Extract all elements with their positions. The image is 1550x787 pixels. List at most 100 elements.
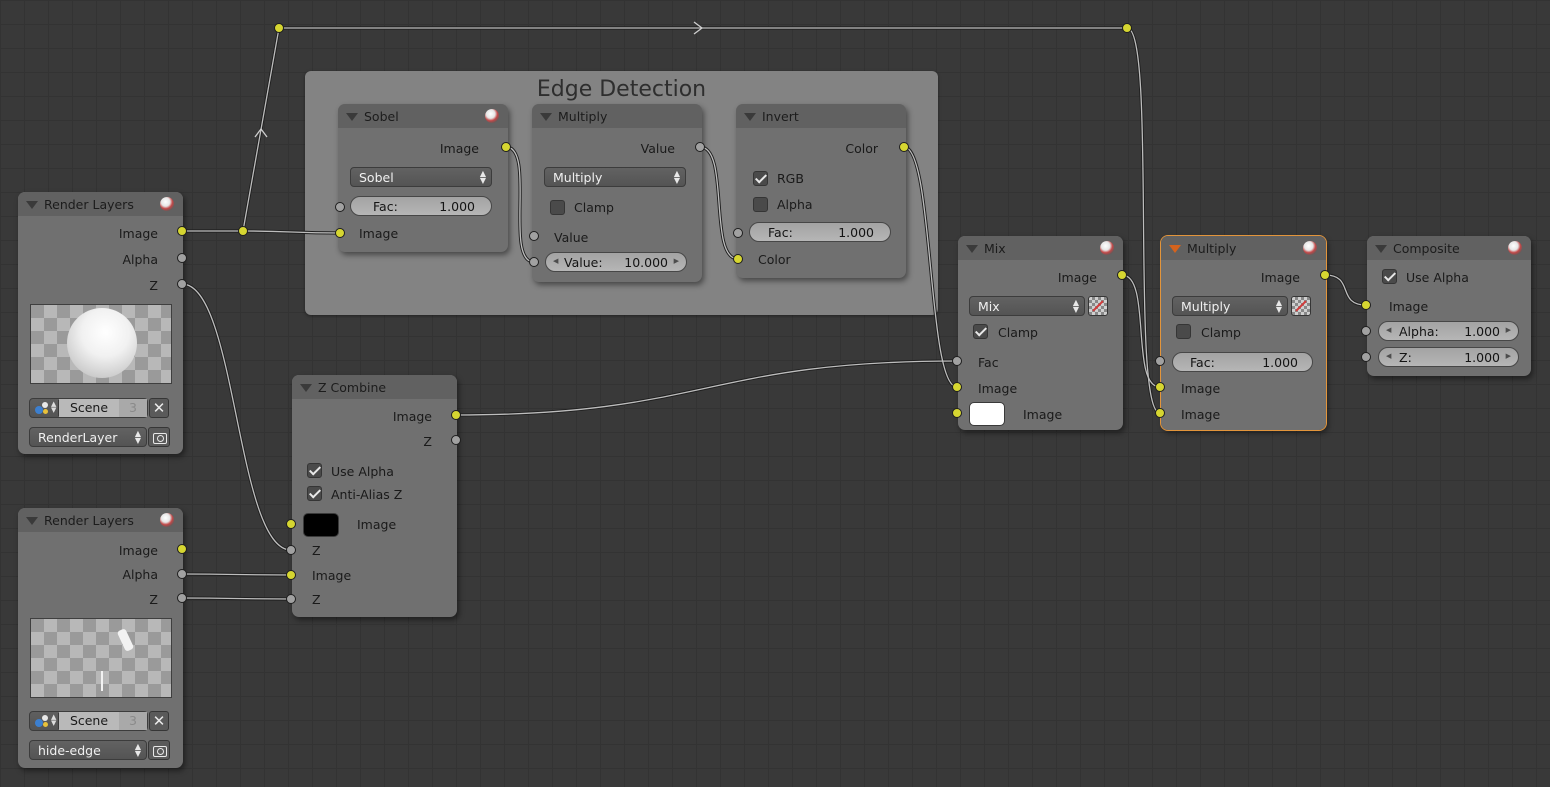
mix-image1-input-socket[interactable] (952, 382, 962, 392)
node-header[interactable]: Z Combine (292, 375, 457, 399)
reroute-point[interactable] (238, 226, 248, 236)
zcombine-image1-input-socket[interactable] (286, 519, 296, 529)
collapse-triangle-icon[interactable] (1375, 245, 1387, 253)
collapse-triangle-icon[interactable] (1169, 245, 1181, 253)
blend-mode-dropdown[interactable]: Multiply ▲ ▼ (1172, 296, 1288, 316)
clamp-checkbox[interactable] (973, 324, 988, 339)
invert-fac-socket[interactable] (733, 228, 743, 238)
filter-type-dropdown[interactable]: Sobel ▲ ▼ (350, 167, 492, 187)
z-slider[interactable]: ◀ Z: 1.000 ▶ (1378, 347, 1519, 367)
rgb-checkbox[interactable] (753, 171, 768, 186)
rl1-z-socket[interactable] (177, 279, 187, 289)
zcombine-z1-input-socket[interactable] (286, 545, 296, 555)
scene-icon[interactable]: ▲ ▼ (32, 713, 59, 729)
mix-multiply-node[interactable]: Multiply Image Multiply ▲ ▼ Clamp Fac: 1.… (1160, 235, 1327, 431)
node-header[interactable]: Mix (958, 236, 1123, 260)
operation-dropdown[interactable]: Multiply ▲ ▼ (544, 167, 686, 187)
composite-alpha-input-socket[interactable] (1361, 326, 1371, 336)
scene-selector[interactable]: ▲ ▼ Scene 3 (29, 711, 148, 731)
render-camera-icon[interactable] (148, 740, 170, 760)
render-layers-node-1[interactable]: Render Layers Image Alpha Z ▲ ▼ Scene 3 ✕… (18, 192, 183, 454)
node-header[interactable]: Render Layers (18, 192, 183, 216)
scene-name[interactable]: Scene (59, 399, 119, 417)
zcombine-image2-input-socket[interactable] (286, 570, 296, 580)
math-value-output-socket[interactable] (695, 142, 705, 152)
node-header[interactable]: Invert (736, 104, 906, 128)
unlink-scene-button[interactable]: ✕ (149, 711, 169, 731)
preview-ball-icon[interactable] (1100, 241, 1114, 255)
scene-name[interactable]: Scene (59, 712, 119, 730)
fac-slider[interactable]: Fac: 1.000 (350, 196, 492, 216)
z-combine-node[interactable]: Z Combine Image Z Use Alpha Anti-Alias Z… (292, 375, 457, 617)
value-slider[interactable]: ◀ Value: 10.000 ▶ (545, 252, 687, 272)
render-camera-icon[interactable] (148, 427, 170, 447)
alpha-factor-icon[interactable] (1088, 296, 1108, 316)
zcombine-image-output-socket[interactable] (451, 410, 461, 420)
use-alpha-checkbox[interactable] (1382, 269, 1397, 284)
preview-ball-icon[interactable] (160, 197, 174, 211)
node-header[interactable]: Multiply (532, 104, 702, 128)
invert-color-output-socket[interactable] (899, 142, 909, 152)
math-value-input-socket-1[interactable] (529, 231, 539, 241)
multiply-image-output-socket[interactable] (1320, 270, 1330, 280)
collapse-triangle-icon[interactable] (300, 384, 312, 392)
alpha-slider[interactable]: ◀ Alpha: 1.000 ▶ (1378, 321, 1519, 341)
node-header[interactable]: Composite (1367, 236, 1531, 260)
multiply-image1-input-socket[interactable] (1155, 382, 1165, 392)
preview-ball-icon[interactable] (160, 513, 174, 527)
mix-fac-input-socket[interactable] (952, 356, 962, 366)
node-header[interactable]: Multiply (1161, 236, 1326, 260)
invert-color-input-socket[interactable] (733, 254, 743, 264)
alpha-factor-icon[interactable] (1291, 296, 1311, 316)
preview-ball-icon[interactable] (485, 109, 499, 123)
rl2-image-socket[interactable] (177, 544, 187, 554)
rl2-alpha-socket[interactable] (177, 569, 187, 579)
multiply-image2-input-socket[interactable] (1155, 408, 1165, 418)
reroute-point[interactable] (1122, 23, 1132, 33)
blend-mode-dropdown[interactable]: Mix ▲ ▼ (969, 296, 1085, 316)
use-alpha-checkbox[interactable] (307, 463, 322, 478)
mix-image-output-socket[interactable] (1117, 270, 1127, 280)
fac-slider[interactable]: Fac: 1.000 (1172, 352, 1313, 372)
multiply-fac-input-socket[interactable] (1155, 356, 1165, 366)
image2-color-swatch[interactable] (969, 402, 1005, 426)
node-header[interactable]: Render Layers (18, 508, 183, 532)
sobel-fac-socket[interactable] (335, 202, 345, 212)
zcombine-z-output-socket[interactable] (451, 435, 461, 445)
clamp-checkbox[interactable] (550, 200, 565, 215)
scene-selector[interactable]: ▲ ▼ Scene 3 (29, 398, 148, 418)
reroute-point[interactable] (274, 23, 284, 33)
collapse-triangle-icon[interactable] (26, 201, 38, 209)
collapse-triangle-icon[interactable] (26, 517, 38, 525)
sobel-image-input-socket[interactable] (335, 228, 345, 238)
scene-icon[interactable]: ▲ ▼ (32, 400, 59, 416)
anti-alias-z-checkbox[interactable] (307, 486, 322, 501)
preview-ball-icon[interactable] (1508, 241, 1522, 255)
fac-slider[interactable]: Fac: 1.000 (749, 222, 891, 242)
collapse-triangle-icon[interactable] (744, 113, 756, 121)
unlink-scene-button[interactable]: ✕ (149, 398, 169, 418)
collapse-triangle-icon[interactable] (346, 113, 358, 121)
render-layer-dropdown[interactable]: hide-edge ▲ ▼ (29, 740, 147, 760)
composite-node[interactable]: Composite Use Alpha Image ◀ Alpha: 1.000… (1367, 236, 1531, 376)
composite-image-input-socket[interactable] (1361, 300, 1371, 310)
rl1-image-socket[interactable] (177, 226, 187, 236)
math-multiply-node[interactable]: Multiply Value Multiply ▲ ▼ Clamp Value ◀… (532, 104, 702, 282)
zcombine-z2-input-socket[interactable] (286, 594, 296, 604)
invert-node[interactable]: Invert Color RGB Alpha Fac: 1.000 Color (736, 104, 906, 278)
sobel-filter-node[interactable]: Sobel Image Sobel ▲ ▼ Fac: 1.000 Image (338, 104, 508, 252)
node-header[interactable]: Sobel (338, 104, 508, 128)
rl2-z-socket[interactable] (177, 593, 187, 603)
alpha-checkbox[interactable] (753, 197, 768, 212)
collapse-triangle-icon[interactable] (966, 245, 978, 253)
render-layer-dropdown[interactable]: RenderLayer ▲ ▼ (29, 427, 147, 447)
rl1-alpha-socket[interactable] (177, 253, 187, 263)
clamp-checkbox[interactable] (1176, 324, 1191, 339)
render-layers-node-2[interactable]: Render Layers Image Alpha Z ▲ ▼ Scene 3 ✕… (18, 508, 183, 768)
math-value-input-socket-2[interactable] (529, 257, 539, 267)
preview-ball-icon[interactable] (1303, 241, 1317, 255)
image1-color-swatch[interactable] (303, 513, 339, 537)
mix-node[interactable]: Mix Image Mix ▲ ▼ Clamp Fac Image Image (958, 236, 1123, 430)
composite-z-input-socket[interactable] (1361, 352, 1371, 362)
sobel-image-output-socket[interactable] (501, 142, 511, 152)
